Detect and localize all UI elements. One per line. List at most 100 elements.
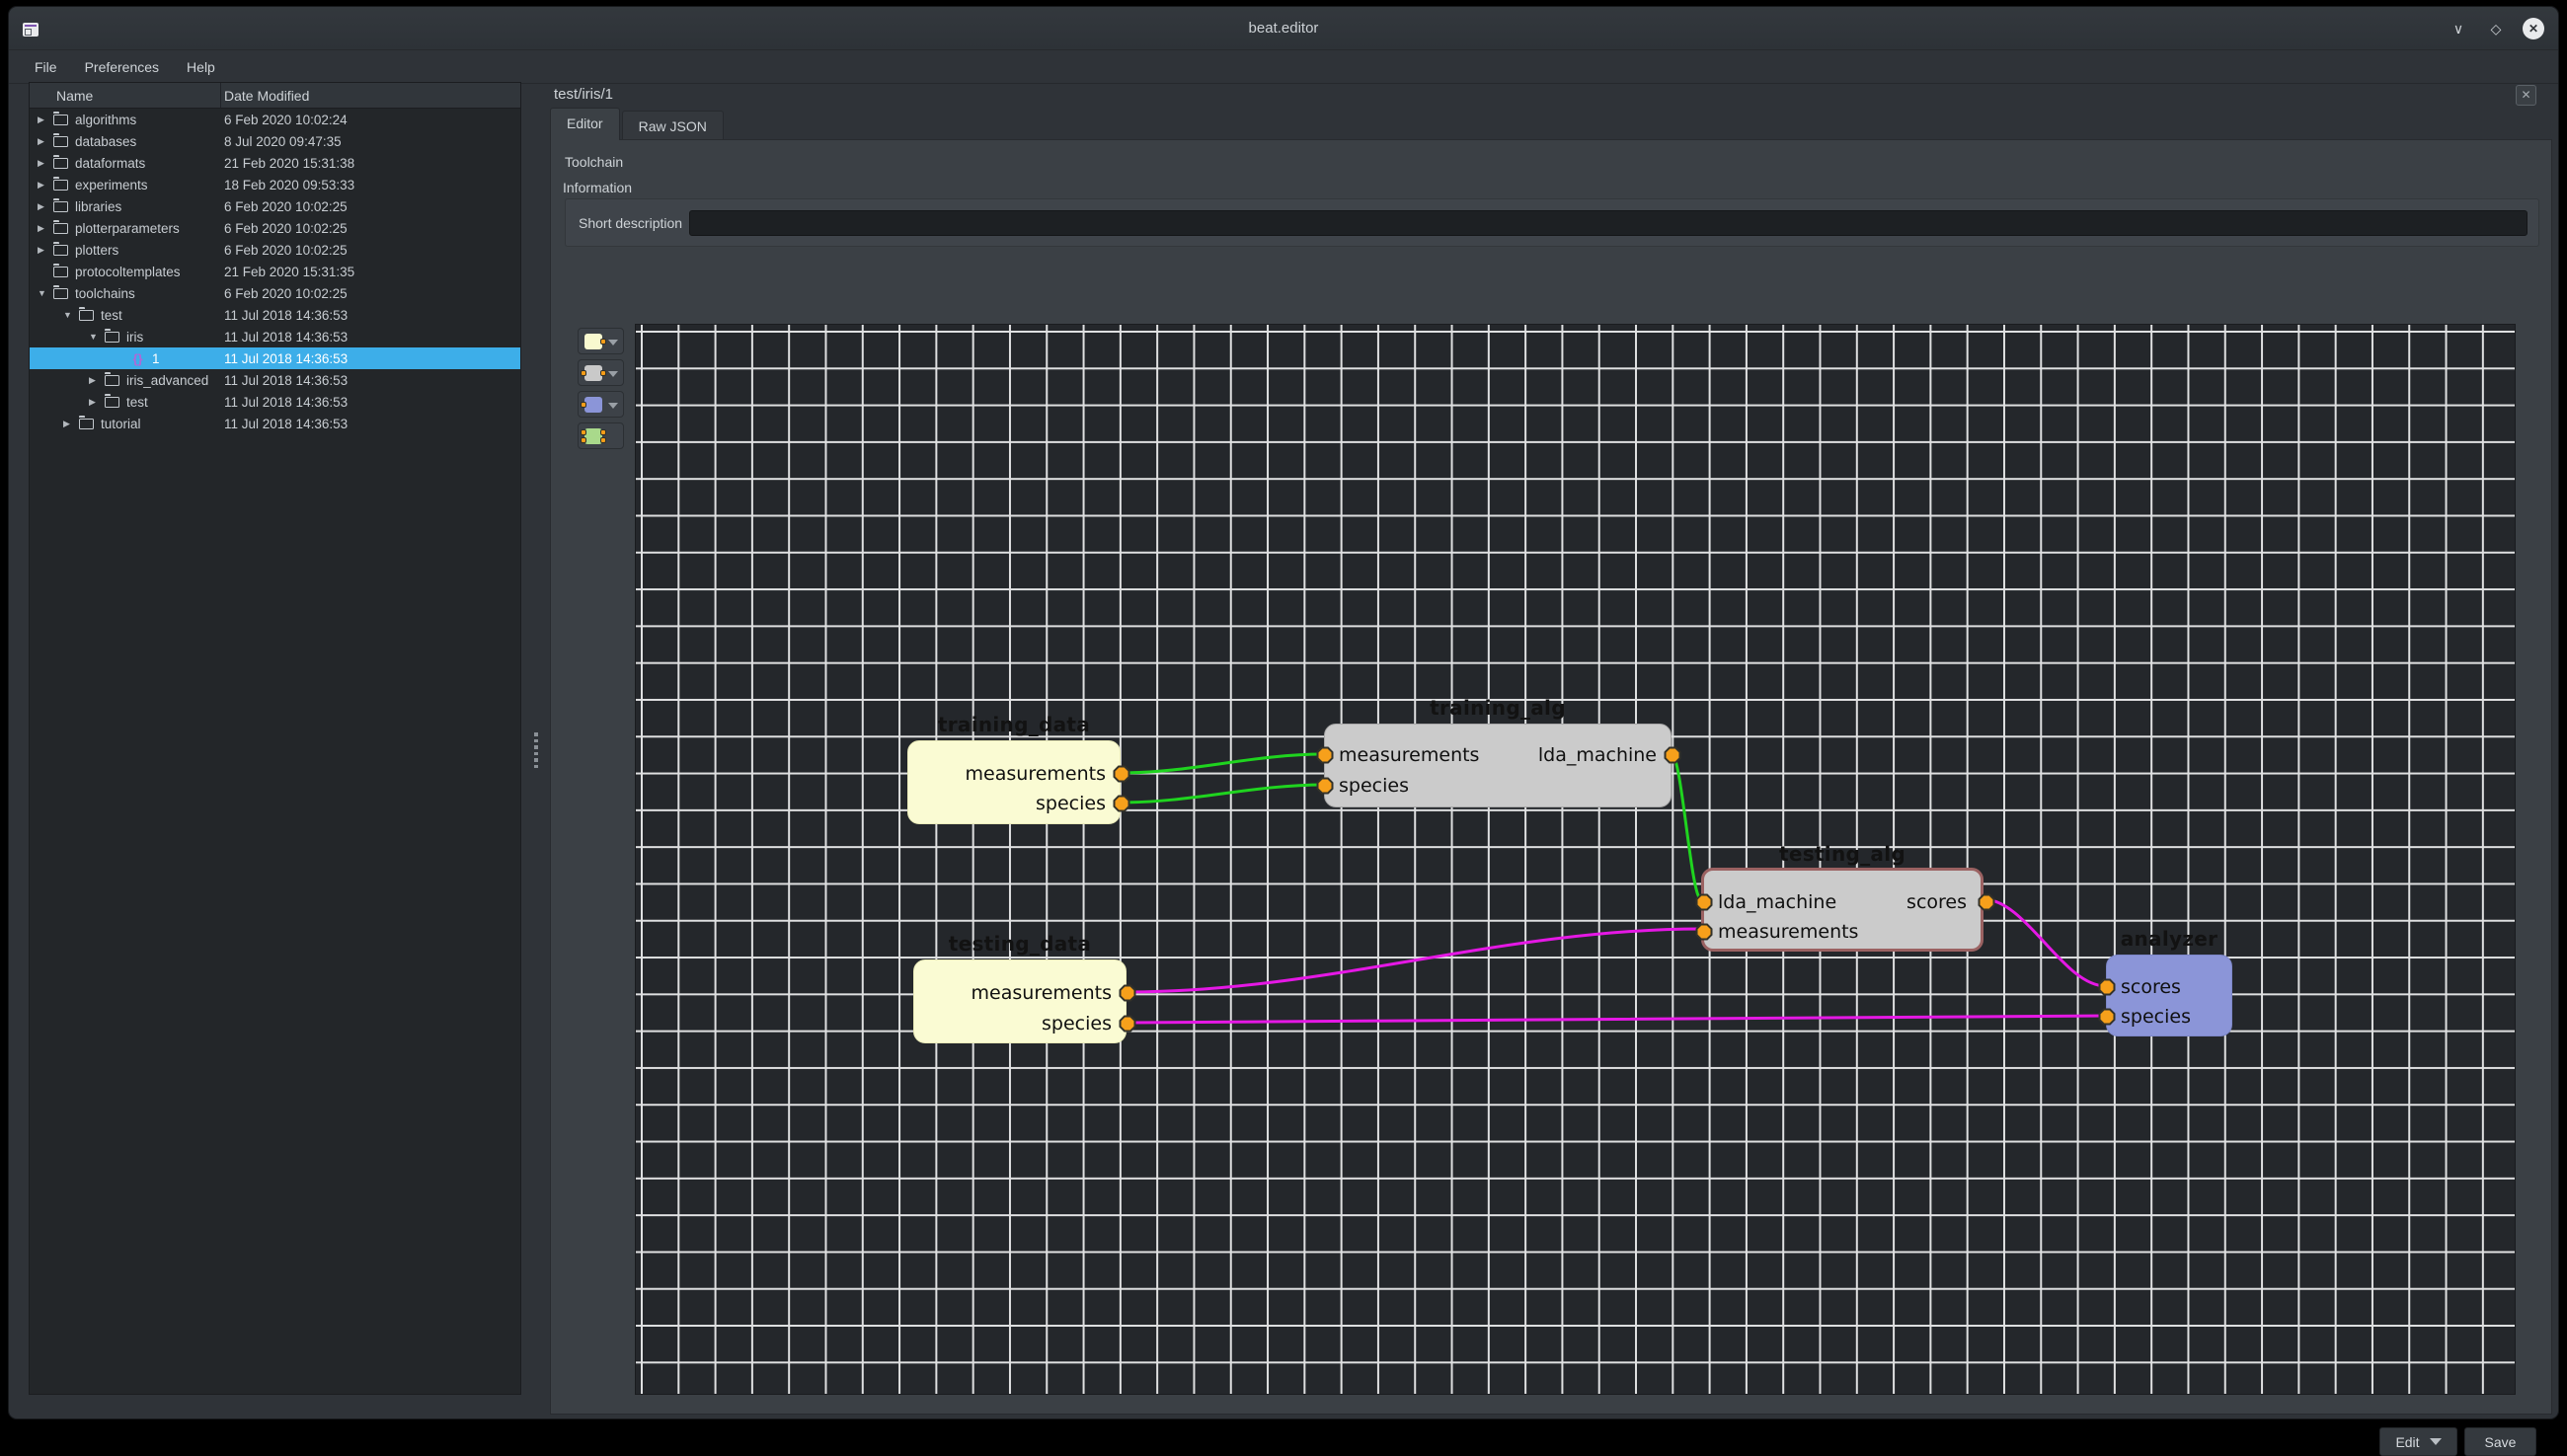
tab-editor[interactable]: Editor (550, 108, 620, 140)
toolchain-node-testing_alg[interactable]: testing_alglda_machinemeasurementsscores (1701, 868, 1984, 952)
edit-button[interactable]: Edit (2379, 1427, 2457, 1456)
add-dataset-block-button[interactable] (578, 328, 624, 354)
tree-item-date: 21 Feb 2020 15:31:38 (224, 156, 354, 171)
tree-row[interactable]: ▶tutorial11 Jul 2018 14:36:53 (30, 413, 520, 434)
tree-expand-arrow-icon[interactable]: ▶ (38, 180, 52, 191)
tree-expand-arrow-icon[interactable]: ▶ (38, 136, 52, 147)
input-port[interactable] (2099, 1009, 2116, 1026)
input-port[interactable] (1696, 894, 1713, 911)
connection-wire[interactable] (1672, 754, 1701, 899)
node-title: testing_alg (1665, 842, 2020, 866)
app-window: beat.editor ∨ ◇ ✕ File Preferences Help … (8, 6, 2559, 1419)
tree-item-date: 11 Jul 2018 14:36:53 (224, 308, 348, 323)
tree-row[interactable]: ▼iris11 Jul 2018 14:36:53 (30, 326, 520, 347)
output-port[interactable] (1665, 747, 1681, 764)
tree-row[interactable]: ▶iris_advanced11 Jul 2018 14:36:53 (30, 369, 520, 391)
tree-expand-arrow-icon[interactable]: ▶ (38, 201, 52, 212)
short-description-label: Short description (579, 215, 682, 231)
folder-icon (53, 267, 68, 277)
input-label: species (1339, 775, 1409, 797)
input-port[interactable] (1696, 924, 1713, 941)
tree-expand-arrow-icon[interactable]: ▼ (89, 332, 104, 342)
node-title: training_data (869, 713, 1159, 736)
input-port[interactable] (1317, 747, 1334, 764)
node-title: testing_data (875, 932, 1165, 956)
input-label: measurements (1339, 744, 1479, 766)
tree-expand-arrow-icon[interactable]: ▶ (63, 419, 78, 429)
tree-row[interactable]: {}111 Jul 2018 14:36:53 (30, 347, 520, 369)
tree-row[interactable]: protocoltemplates21 Feb 2020 15:31:35 (30, 261, 520, 282)
tree-row[interactable]: ▶dataformats21 Feb 2020 15:31:38 (30, 152, 520, 174)
folder-icon (53, 245, 68, 256)
toolchain-section-label: Toolchain (565, 154, 623, 170)
add-loop-block-button[interactable] (578, 422, 624, 449)
short-description-input[interactable] (689, 210, 2528, 236)
panel-splitter-handle[interactable] (533, 732, 538, 768)
connection-wire[interactable] (1127, 929, 1701, 992)
output-port[interactable] (1120, 985, 1136, 1002)
tree-item-name: 1 (152, 351, 160, 366)
add-analyzer-block-button[interactable] (578, 391, 624, 418)
tree-expand-arrow-icon[interactable]: ▶ (38, 158, 52, 169)
save-button[interactable]: Save (2464, 1427, 2536, 1456)
close-icon[interactable]: ✕ (2523, 18, 2544, 39)
connection-wire[interactable] (1127, 1016, 2106, 1023)
tree-expand-arrow-icon[interactable]: ▶ (38, 223, 52, 234)
editor-tab-pane: Toolchain Information Short description … (550, 139, 2552, 1415)
block-shape-icon (584, 365, 602, 381)
add-regular-block-button[interactable] (578, 359, 624, 386)
tree-item-date: 6 Feb 2020 10:02:24 (224, 113, 348, 127)
toolchain-node-training_data[interactable]: training_datameasurementsspecies (907, 740, 1121, 824)
output-port[interactable] (1114, 766, 1130, 783)
node-title: analyzer (2067, 927, 2271, 951)
folder-icon (53, 288, 68, 299)
connection-wire[interactable] (1121, 754, 1324, 773)
tab-raw-json[interactable]: Raw JSON (622, 111, 724, 140)
menu-help[interactable]: Help (175, 55, 227, 79)
menu-preferences[interactable]: Preferences (73, 55, 171, 79)
input-port[interactable] (2099, 979, 2116, 996)
undock-icon[interactable]: ✕ (2516, 85, 2536, 106)
toolchain-node-training_alg[interactable]: training_algmeasurementsspecieslda_machi… (1324, 724, 1672, 807)
tree-row[interactable]: ▶plotters6 Feb 2020 10:02:25 (30, 239, 520, 261)
tree-row[interactable]: ▶algorithms6 Feb 2020 10:02:24 (30, 109, 520, 130)
folder-icon (53, 115, 68, 125)
menu-file[interactable]: File (23, 55, 69, 79)
tree-expand-arrow-icon[interactable]: ▶ (89, 375, 104, 386)
tree-header: Name Date Modified (30, 83, 520, 109)
asset-path-label: test/iris/1 (554, 86, 613, 103)
tree-row[interactable]: ▼test11 Jul 2018 14:36:53 (30, 304, 520, 326)
dropdown-caret-icon (608, 403, 618, 409)
tree-row[interactable]: ▶experiments18 Feb 2020 09:53:33 (30, 174, 520, 195)
column-header-date-modified[interactable]: Date Modified (221, 83, 520, 108)
file-tree-rows: ▶algorithms6 Feb 2020 10:02:24▶databases… (30, 109, 520, 434)
connection-wire[interactable] (1121, 785, 1324, 803)
file-tree-panel: Name Date Modified ▶algorithms6 Feb 2020… (29, 82, 521, 1395)
tree-row[interactable]: ▶test11 Jul 2018 14:36:53 (30, 391, 520, 413)
tree-item-date: 18 Feb 2020 09:53:33 (224, 178, 354, 192)
tree-expand-arrow-icon[interactable]: ▼ (63, 310, 78, 320)
output-port[interactable] (1120, 1016, 1136, 1033)
tree-row[interactable]: ▶plotterparameters6 Feb 2020 10:02:25 (30, 217, 520, 239)
tree-row[interactable]: ▶databases8 Jul 2020 09:47:35 (30, 130, 520, 152)
maximize-icon[interactable]: ◇ (2485, 18, 2507, 39)
toolchain-node-analyzer[interactable]: analyzerscoresspecies (2106, 955, 2232, 1036)
tree-expand-arrow-icon[interactable]: ▼ (38, 288, 52, 298)
tree-row[interactable]: ▼toolchains6 Feb 2020 10:02:25 (30, 282, 520, 304)
block-palette (578, 328, 624, 449)
column-header-name[interactable]: Name (30, 83, 221, 108)
input-port[interactable] (1317, 778, 1334, 795)
output-port[interactable] (1114, 796, 1130, 812)
tree-item-date: 11 Jul 2018 14:36:53 (224, 395, 348, 410)
minimize-icon[interactable]: ∨ (2448, 18, 2469, 39)
tree-expand-arrow-icon[interactable]: ▶ (38, 245, 52, 256)
tree-expand-arrow-icon[interactable]: ▶ (38, 115, 52, 125)
input-label: species (2121, 1006, 2191, 1028)
folder-icon (53, 223, 68, 234)
tree-row[interactable]: ▶libraries6 Feb 2020 10:02:25 (30, 195, 520, 217)
folder-icon (105, 375, 119, 386)
toolchain-canvas[interactable]: training_datameasurementsspeciestraining… (635, 324, 2516, 1395)
tree-expand-arrow-icon[interactable]: ▶ (89, 397, 104, 408)
output-port[interactable] (1979, 894, 1995, 911)
toolchain-node-testing_data[interactable]: testing_datameasurementsspecies (913, 959, 1127, 1043)
